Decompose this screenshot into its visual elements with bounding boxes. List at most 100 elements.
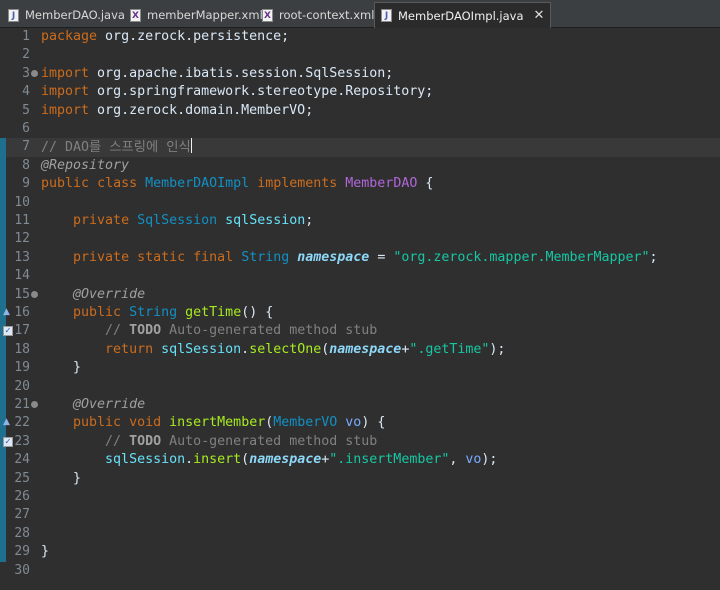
code-line[interactable]: 12 bbox=[0, 230, 720, 249]
line-number: 4 bbox=[22, 84, 30, 100]
line-number: 9 bbox=[22, 176, 30, 192]
code-token: package bbox=[41, 29, 98, 44]
code-editor[interactable]: 1 package org.zerock.persistence; 2 3 import… bbox=[0, 28, 720, 590]
tab-memberdaoimpl-java[interactable]: J MemberDAOImpl.java ✕ bbox=[374, 2, 552, 28]
line-number: 22 bbox=[14, 415, 30, 431]
code-token: @Override bbox=[73, 286, 146, 302]
code-token: SqlSession bbox=[137, 213, 218, 228]
code-line[interactable]: 20 bbox=[0, 377, 720, 396]
code-line[interactable]: 19 } bbox=[0, 359, 720, 378]
tab-membermapper-xml[interactable]: X memberMapper.xml bbox=[124, 3, 269, 27]
code-token: MemberDAO bbox=[345, 176, 418, 192]
line-number: 30 bbox=[14, 562, 30, 578]
editor-tab-bar: J MemberDAO.java X memberMapper.xml X ro… bbox=[0, 0, 720, 28]
code-line[interactable]: 5 import org.zerock.domain.MemberVO; bbox=[0, 102, 720, 120]
code-token: namespace bbox=[249, 452, 322, 468]
code-token: private bbox=[73, 249, 130, 265]
code-token: sqlSession bbox=[225, 213, 306, 228]
code-line[interactable]: ▲ 22 public void insertMember(MemberVO vo… bbox=[0, 414, 720, 433]
code-token: , bbox=[449, 452, 466, 468]
fold-toggle-icon[interactable] bbox=[31, 290, 38, 298]
code-line[interactable]: 26 bbox=[0, 488, 720, 507]
code-line[interactable]: 10 bbox=[0, 193, 720, 212]
code-line[interactable]: 4 import org.springframework.stereotype.R… bbox=[0, 83, 720, 101]
code-token: selectOne bbox=[249, 341, 322, 357]
fold-toggle-icon[interactable] bbox=[31, 401, 38, 408]
code-line[interactable]: 2 bbox=[0, 46, 720, 64]
code-line[interactable]: 27 bbox=[0, 506, 720, 525]
code-text: @Repository bbox=[41, 157, 129, 175]
code-token: } bbox=[41, 360, 82, 376]
code-token: namespace bbox=[297, 249, 370, 265]
code-line[interactable]: ✓ 17 // TODO Auto-generated method stub bbox=[0, 322, 720, 341]
code-line[interactable]: 3 import org.apache.ibatis.session.SqlSes… bbox=[0, 65, 720, 83]
code-line[interactable]: 7 // DAO를 스프링에 인식 bbox=[0, 138, 720, 157]
code-token: void bbox=[129, 415, 162, 431]
line-number: 7 bbox=[22, 139, 30, 155]
line-number: 8 bbox=[22, 157, 30, 173]
code-token: ".insertMember" bbox=[329, 452, 450, 468]
code-text: @Override bbox=[41, 396, 145, 414]
fold-toggle-icon[interactable] bbox=[31, 69, 38, 77]
code-text: sqlSession.insert(namespace+".insertMemb… bbox=[41, 451, 497, 469]
code-line[interactable]: ▲ 16 public String getTime() { bbox=[0, 304, 720, 323]
code-line[interactable]: 21 @Override bbox=[0, 396, 720, 415]
code-token: = bbox=[369, 249, 394, 265]
tab-label: MemberDAOImpl.java bbox=[398, 8, 524, 23]
code-line[interactable]: 15 @Override bbox=[0, 285, 720, 304]
line-number: 11 bbox=[14, 213, 30, 228]
code-text: } bbox=[41, 543, 49, 561]
code-line[interactable]: 13 private static final String namespace… bbox=[0, 248, 720, 268]
code-token: } bbox=[41, 470, 82, 486]
code-line[interactable]: 29} bbox=[0, 543, 720, 562]
code-text: public void insertMember(MemberVO vo) { bbox=[41, 414, 385, 432]
line-number: 18 bbox=[14, 341, 30, 357]
code-text: } bbox=[41, 470, 81, 488]
code-line[interactable]: 24 sqlSession.insert(namespace+".insertM… bbox=[0, 451, 720, 470]
code-token: org.zerock.domain.MemberVO; bbox=[89, 102, 314, 118]
close-tab-icon[interactable]: ✕ bbox=[534, 8, 545, 23]
code-text: import org.springframework.stereotype.Re… bbox=[41, 83, 433, 101]
code-line[interactable]: 28 bbox=[0, 524, 720, 544]
line-number: 28 bbox=[14, 525, 30, 541]
code-token: . bbox=[185, 452, 194, 468]
code-token: namespace bbox=[329, 341, 402, 357]
code-text: // TODO Auto-generated method stub bbox=[41, 322, 377, 340]
code-line[interactable]: 6 bbox=[0, 120, 720, 138]
tab-memberdao-java[interactable]: J MemberDAO.java bbox=[2, 3, 131, 27]
code-token: @Override bbox=[73, 397, 146, 412]
code-text: } bbox=[41, 359, 81, 377]
code-line[interactable]: 11 private SqlSession sqlSession; bbox=[0, 212, 720, 231]
code-token: class bbox=[97, 176, 138, 192]
code-line[interactable]: 14 bbox=[0, 267, 720, 286]
code-line[interactable]: 8 @Repository bbox=[0, 156, 720, 176]
code-token: insert bbox=[193, 452, 242, 468]
line-number: 20 bbox=[14, 378, 30, 394]
code-line[interactable]: 30 bbox=[0, 562, 720, 580]
code-line[interactable]: ✓ 23 // TODO Auto-generated method stub bbox=[0, 432, 720, 452]
code-text: private SqlSession sqlSession; bbox=[41, 212, 313, 230]
code-line[interactable]: 9 public class MemberDAOImpl implements M… bbox=[0, 175, 720, 194]
code-token: ( bbox=[241, 452, 250, 468]
code-line[interactable]: 1 package org.zerock.persistence; bbox=[0, 28, 720, 46]
code-token: insertMember bbox=[169, 415, 266, 431]
code-token: } bbox=[41, 544, 50, 560]
code-token: // DAO를 스프링에 인식 bbox=[41, 140, 191, 156]
line-number: 10 bbox=[14, 194, 30, 210]
code-token: vo bbox=[465, 452, 482, 468]
code-line[interactable]: 25 } bbox=[0, 469, 720, 488]
tab-root-context-xml[interactable]: X root-context.xml bbox=[256, 3, 380, 27]
code-text: import org.zerock.domain.MemberVO; bbox=[41, 102, 313, 120]
code-line[interactable]: 18 return sqlSession.selectOne(namespace… bbox=[0, 340, 720, 360]
